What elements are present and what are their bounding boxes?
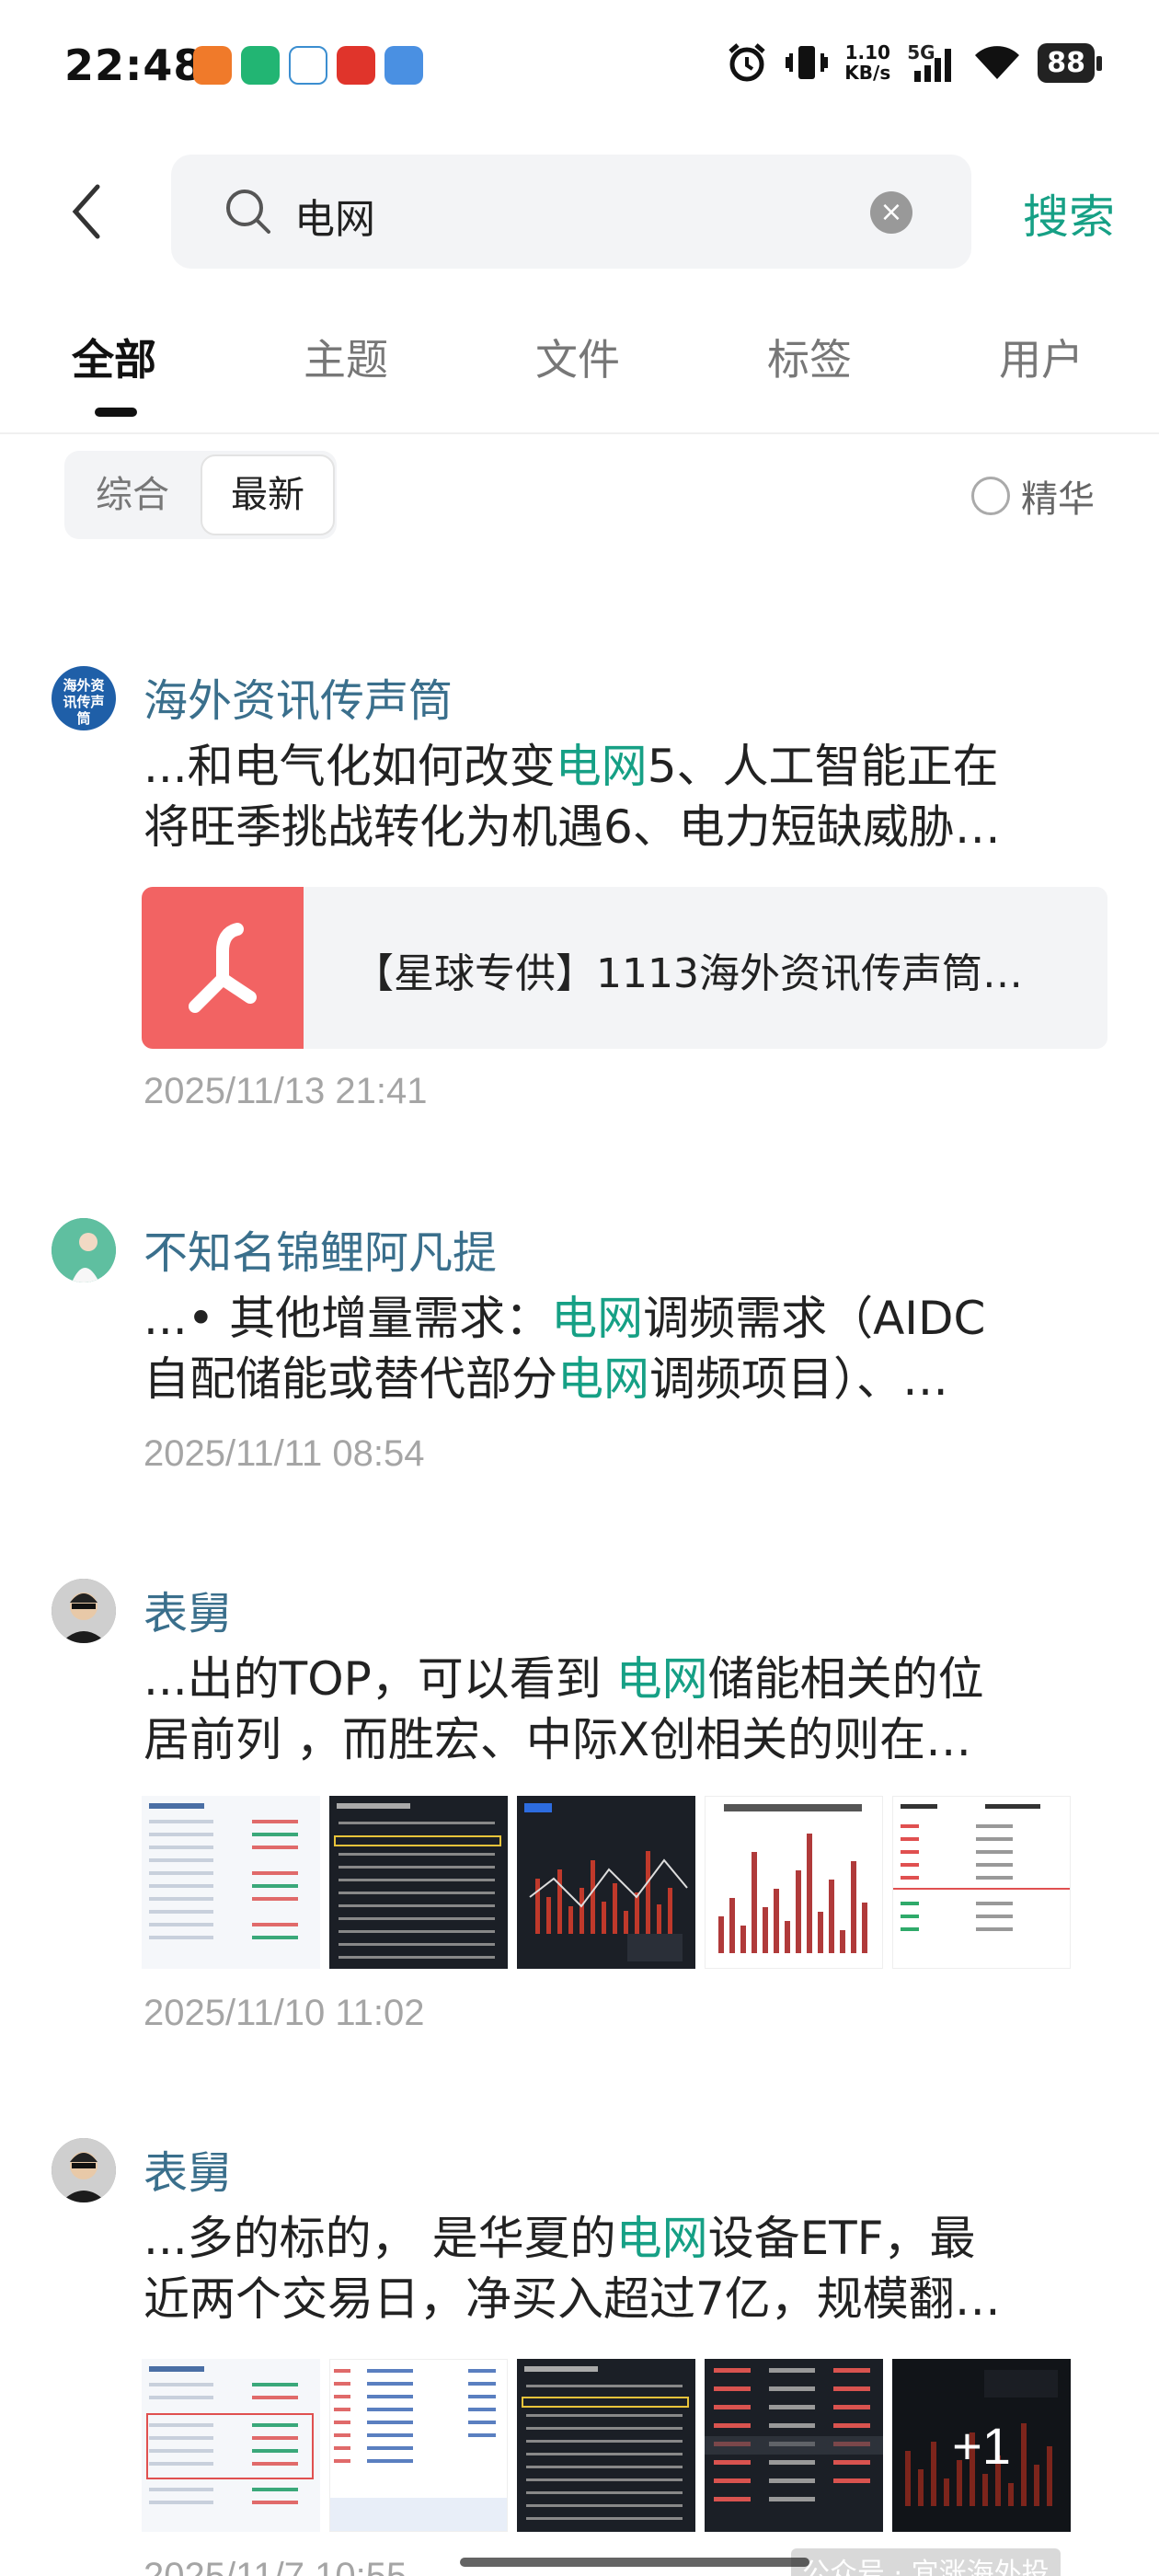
excerpt-line-2: 将旺季挑战转化为机遇6、电力短缺威胁… [143,797,1100,857]
featured-filter[interactable]: 精华 [971,469,1095,523]
excerpt-line-1: ...和电气化如何改变电网5、人工智能正在 [143,736,1100,797]
alarm-icon [729,43,765,82]
excerpt-line-1: ...多的标的， 是华夏的电网设备ETF，最 [143,2208,1100,2269]
tab-users[interactable]: 用户 [999,327,1084,387]
keyword-highlight: 电网 [557,1352,649,1406]
image-gallery [142,1796,1071,1969]
image-thumbnail[interactable] [517,1796,695,1969]
image-thumbnail[interactable]: +1 [892,2359,1071,2532]
tab-tags[interactable]: 标签 [767,327,852,387]
excerpt-line-1: ...• 其他增量需求：电网调频需求（AIDC [143,1288,1100,1349]
image-thumbnail[interactable] [329,2359,508,2532]
excerpt-text: 调频项目）、… [649,1352,948,1406]
watermark: 公众号 · 宜涨海外投 [791,2548,1061,2576]
image-thumbnail[interactable] [705,1796,883,1969]
image-thumbnail[interactable] [705,2359,883,2532]
image-gallery: +1 [142,2359,1071,2532]
post-date: 2025/11/13 21:41 [143,1071,428,1111]
excerpt-line-2: 居前列 ，而胜宏、中际X创相关的则在… [143,1709,1100,1770]
battery-indicator: 88 [1038,42,1102,83]
excerpt-text: ...• 其他增量需求： [143,1292,552,1345]
excerpt-text: 调频需求（AIDC [643,1292,986,1345]
post-date: 2025/11/10 11:02 [143,1993,425,2033]
post-excerpt[interactable]: ...出的TOP，可以看到 电网储能相关的位 居前列 ，而胜宏、中际X创相关的则… [143,1649,1100,1770]
excerpt-text: 储能相关的位 [707,1652,984,1706]
excerpt-text: 近两个交易日，净买入超过7亿，规模翻… [143,2272,1001,2326]
excerpt-text: 自配储能或替代部分 [143,1352,557,1406]
post-date: 2025/11/11 08:54 [143,1433,425,1474]
status-bar: 22:48 1.10 KB/s 5G 88 [0,0,1159,138]
avatar-text: 海外资讯传声筒 [63,677,105,727]
author-name[interactable]: 表舅 [143,2136,232,2201]
file-icon [142,887,304,1049]
image-thumbnail[interactable] [329,1796,508,1969]
excerpt-line-1: ...出的TOP，可以看到 电网储能相关的位 [143,1649,1100,1709]
app-notification-icon [193,46,232,85]
network-speed-unit: KB/s [844,62,891,84]
keyword-highlight: 电网 [551,1292,644,1345]
tab-topics[interactable]: 主题 [304,327,388,387]
network-speed: 1.10 KB/s [844,42,890,83]
more-images-count[interactable]: +1 [892,2359,1071,2532]
keyword-highlight: 电网 [555,740,648,793]
app-notification-icon [289,46,327,85]
app-notification-icon [337,46,375,85]
cell-signal-icon: 5G [907,41,957,84]
search-button[interactable]: 搜索 [1023,180,1115,247]
author-name[interactable]: 不知名锦鲤阿凡提 [143,1216,497,1281]
notification-icons [193,46,423,85]
active-tab-indicator [95,408,137,417]
mail-icon [384,46,423,85]
excerpt-text: ...和电气化如何改变 [143,740,556,793]
post-excerpt[interactable]: ...和电气化如何改变电网5、人工智能正在 将旺季挑战转化为机遇6、电力短缺威胁… [143,736,1100,857]
excerpt-text: 5、人工智能正在 [647,740,999,793]
back-arrow-icon[interactable] [64,179,110,244]
avatar[interactable] [52,1218,116,1282]
excerpt-text: 设备ETF，最 [707,2212,976,2265]
home-indicator[interactable] [460,2558,809,2567]
avatar[interactable]: 海外资讯传声筒 [52,666,116,730]
image-thumbnail[interactable] [517,2359,695,2532]
keyword-highlight: 电网 [615,1652,708,1706]
post-excerpt[interactable]: ...• 其他增量需求：电网调频需求（AIDC 自配储能或替代部分电网调频项目）… [143,1288,1100,1409]
excerpt-text: 居前列 ，而胜宏、中际X创相关的则在… [143,1713,972,1766]
search-input[interactable]: 电网 × [171,155,971,269]
image-thumbnail[interactable] [892,1796,1071,1969]
clear-icon[interactable]: × [870,191,912,234]
post-excerpt[interactable]: ...多的标的， 是华夏的电网设备ETF，最 近两个交易日，净买入超过7亿，规模… [143,2208,1100,2329]
network-speed-value: 1.10 [844,41,890,63]
author-name[interactable]: 表舅 [143,1577,232,1641]
excerpt-line-2: 自配储能或替代部分电网调频项目）、… [143,1349,1100,1409]
post-date: 2025/11/7 10:55 [143,2556,407,2576]
excerpt-text: ...出的TOP，可以看到 [143,1652,616,1706]
file-attachment[interactable]: 【星球专供】1113海外资讯传声筒… [142,887,1107,1049]
excerpt-text: 将旺季挑战转化为机遇6、电力短缺威胁… [143,800,1001,854]
excerpt-text: ...多的标的， 是华夏的 [143,2212,616,2265]
avatar[interactable] [52,2138,116,2202]
app-notification-icon [241,46,280,85]
image-thumbnail[interactable] [142,2359,320,2532]
status-time: 22:48 [64,40,204,90]
search-icon [226,190,270,234]
vibrate-icon [786,46,829,79]
divider [0,432,1159,434]
image-thumbnail[interactable] [142,1796,320,1969]
author-name[interactable]: 海外资讯传声筒 [143,664,453,729]
excerpt-line-2: 近两个交易日，净买入超过7亿，规模翻… [143,2269,1100,2329]
radio-icon[interactable] [971,477,1010,515]
search-query: 电网 [294,196,375,243]
file-title: 【星球专供】1113海外资讯传声筒… [353,950,1023,997]
sort-comprehensive[interactable]: 综合 [64,451,201,539]
tab-files[interactable]: 文件 [535,327,620,387]
sort-latest[interactable]: 最新 [201,454,335,535]
featured-filter-label: 精华 [1021,478,1095,521]
tab-all[interactable]: 全部 [72,327,156,387]
wifi-icon [975,46,1020,79]
sort-toggle: 综合 最新 [64,451,337,539]
keyword-highlight: 电网 [615,2212,708,2265]
avatar[interactable] [52,1579,116,1643]
tab-bar: 全部 主题 文件 标签 用户 [0,327,1159,428]
